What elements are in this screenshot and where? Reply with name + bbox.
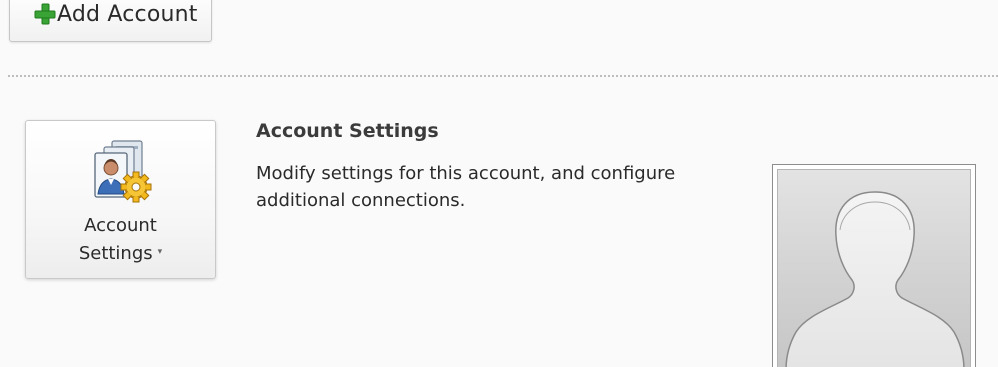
account-settings-label-line1: Account <box>84 215 157 236</box>
person-silhouette-icon <box>785 191 965 367</box>
dropdown-caret-icon: ▾ <box>157 247 163 257</box>
avatar <box>777 169 971 367</box>
account-settings-icon <box>94 140 152 203</box>
account-settings-label-line2: Settings ▾ <box>26 243 215 264</box>
add-account-label: Add Account <box>57 2 198 27</box>
section-separator <box>8 75 998 77</box>
account-settings-description: Modify settings for this account, and co… <box>256 163 676 211</box>
plus-icon <box>34 3 56 25</box>
account-picture[interactable] <box>772 164 976 367</box>
account-settings-title: Account Settings <box>256 120 439 142</box>
account-settings-button[interactable]: Account Settings ▾ <box>25 120 216 279</box>
add-account-button[interactable]: Add Account <box>9 0 212 42</box>
account-settings-label-text: Settings <box>78 243 153 264</box>
